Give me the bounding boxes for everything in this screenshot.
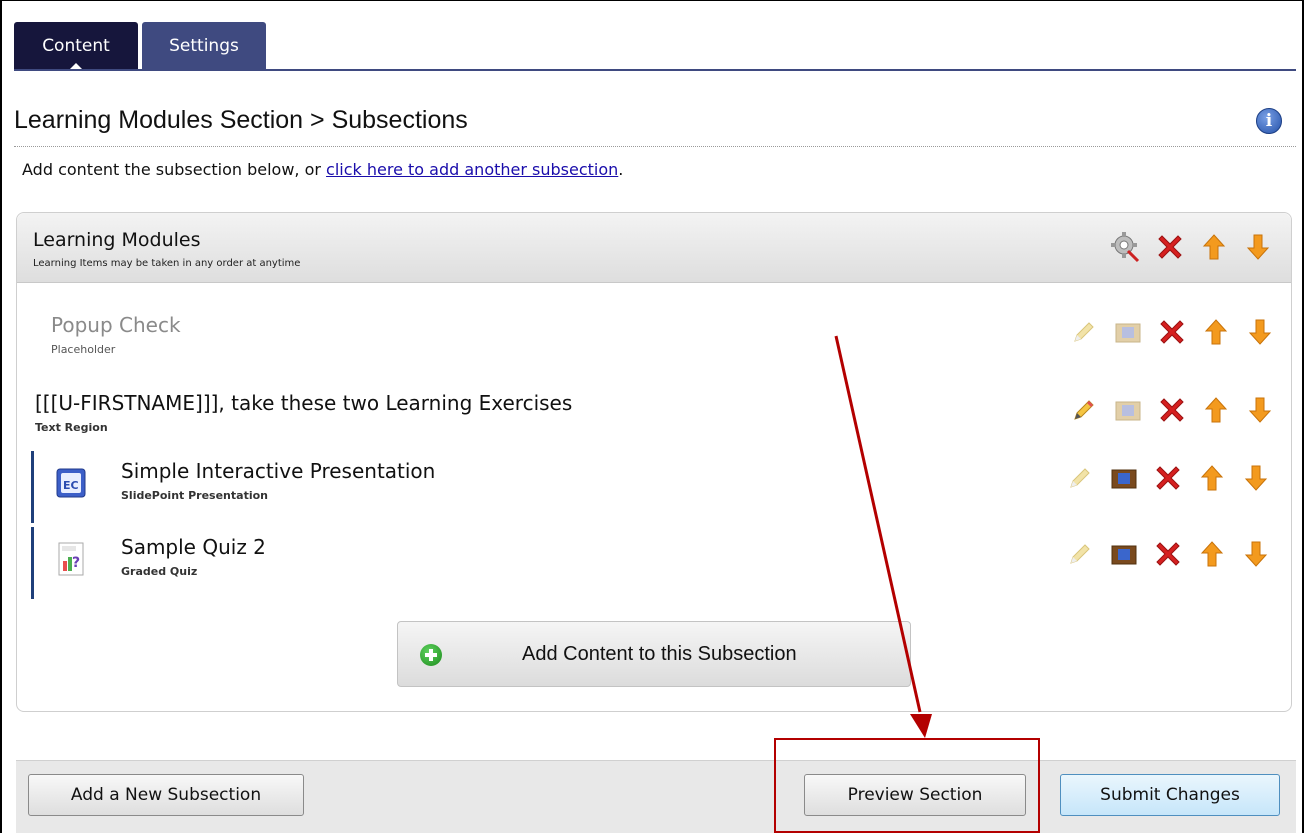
item-title: Simple Interactive Presentation: [121, 459, 436, 483]
page-title: Learning Modules Section > Subsections: [14, 106, 468, 134]
subsection-header: Learning Modules Learning Items may be t…: [17, 213, 1291, 283]
edit-pencil-icon: [1063, 537, 1097, 571]
item-indent-bar: [31, 527, 34, 599]
edit-pencil-icon[interactable]: [1067, 393, 1101, 427]
item-title: Sample Quiz 2: [121, 535, 266, 559]
presentation-icon: EC: [53, 463, 89, 503]
delete-x-icon[interactable]: [1153, 230, 1187, 264]
instructions-suffix: .: [618, 160, 624, 179]
move-up-arrow-icon[interactable]: [1195, 537, 1229, 571]
move-up-arrow-icon[interactable]: [1195, 461, 1229, 495]
folder-media-icon[interactable]: [1107, 537, 1141, 571]
move-down-arrow-icon[interactable]: [1241, 230, 1275, 264]
item-type: Graded Quiz: [121, 565, 198, 578]
annotation-highlight-box: [774, 738, 1040, 833]
svg-text:?: ?: [72, 555, 80, 571]
list-item-presentation: EC Simple Interactive Presentation Slide…: [31, 451, 1275, 525]
move-down-arrow-icon[interactable]: [1239, 537, 1273, 571]
delete-x-icon[interactable]: [1155, 393, 1189, 427]
submit-changes-button[interactable]: Submit Changes: [1060, 774, 1280, 816]
title-divider: [14, 146, 1296, 147]
list-item-popup-check: Popup Check Placeholder: [33, 305, 1277, 379]
footer-toolbar: Add a New Subsection Preview Section Sub…: [16, 760, 1296, 833]
folder-media-icon: [1111, 315, 1145, 349]
list-item-quiz: ? Sample Quiz 2 Graded Quiz: [31, 527, 1275, 601]
delete-x-icon[interactable]: [1155, 315, 1189, 349]
add-content-button[interactable]: Add Content to this Subsection: [397, 621, 911, 687]
svg-text:EC: EC: [63, 479, 79, 492]
item-title: [[[U-FIRSTNAME]]], take these two Learni…: [35, 391, 573, 415]
add-new-subsection-button[interactable]: Add a New Subsection: [28, 774, 304, 816]
move-up-arrow-icon[interactable]: [1197, 230, 1231, 264]
delete-x-icon[interactable]: [1151, 537, 1185, 571]
move-down-arrow-icon[interactable]: [1243, 393, 1277, 427]
item-type: Text Region: [35, 421, 108, 434]
subsection-panel: Learning Modules Learning Items may be t…: [16, 212, 1292, 712]
add-content-label: Add Content to this Subsection: [522, 643, 797, 665]
item-type: Placeholder: [51, 343, 116, 356]
list-item-text-region: [[[U-FIRSTNAME]]], take these two Learni…: [33, 383, 1277, 457]
subsection-title: Learning Modules: [33, 229, 201, 251]
item-type: SlidePoint Presentation: [121, 489, 268, 502]
instructions-prefix: Add content the subsection below, or: [22, 160, 327, 179]
graded-quiz-icon: ?: [53, 539, 89, 579]
move-down-arrow-icon[interactable]: [1239, 461, 1273, 495]
add-subsection-link[interactable]: click here to add another subsection: [326, 160, 618, 179]
move-up-arrow-icon[interactable]: [1199, 393, 1233, 427]
instructions-text: Add content the subsection below, or cli…: [22, 160, 623, 179]
edit-pencil-icon: [1067, 315, 1101, 349]
tab-content[interactable]: Content: [14, 22, 138, 71]
tab-underline: [14, 69, 1296, 71]
move-up-arrow-icon[interactable]: [1199, 315, 1233, 349]
plus-icon: [420, 644, 442, 666]
tab-settings[interactable]: Settings: [142, 22, 266, 70]
tab-bar: Content Settings: [14, 22, 266, 71]
move-down-arrow-icon[interactable]: [1243, 315, 1277, 349]
folder-media-icon[interactable]: [1107, 461, 1141, 495]
folder-media-icon: [1111, 393, 1145, 427]
edit-pencil-icon: [1063, 461, 1097, 495]
settings-gear-icon[interactable]: [1109, 230, 1143, 264]
info-icon[interactable]: i: [1256, 108, 1282, 134]
item-title: Popup Check: [51, 313, 181, 337]
subsection-subtitle: Learning Items may be taken in any order…: [33, 258, 301, 269]
item-indent-bar: [31, 451, 34, 523]
delete-x-icon[interactable]: [1151, 461, 1185, 495]
